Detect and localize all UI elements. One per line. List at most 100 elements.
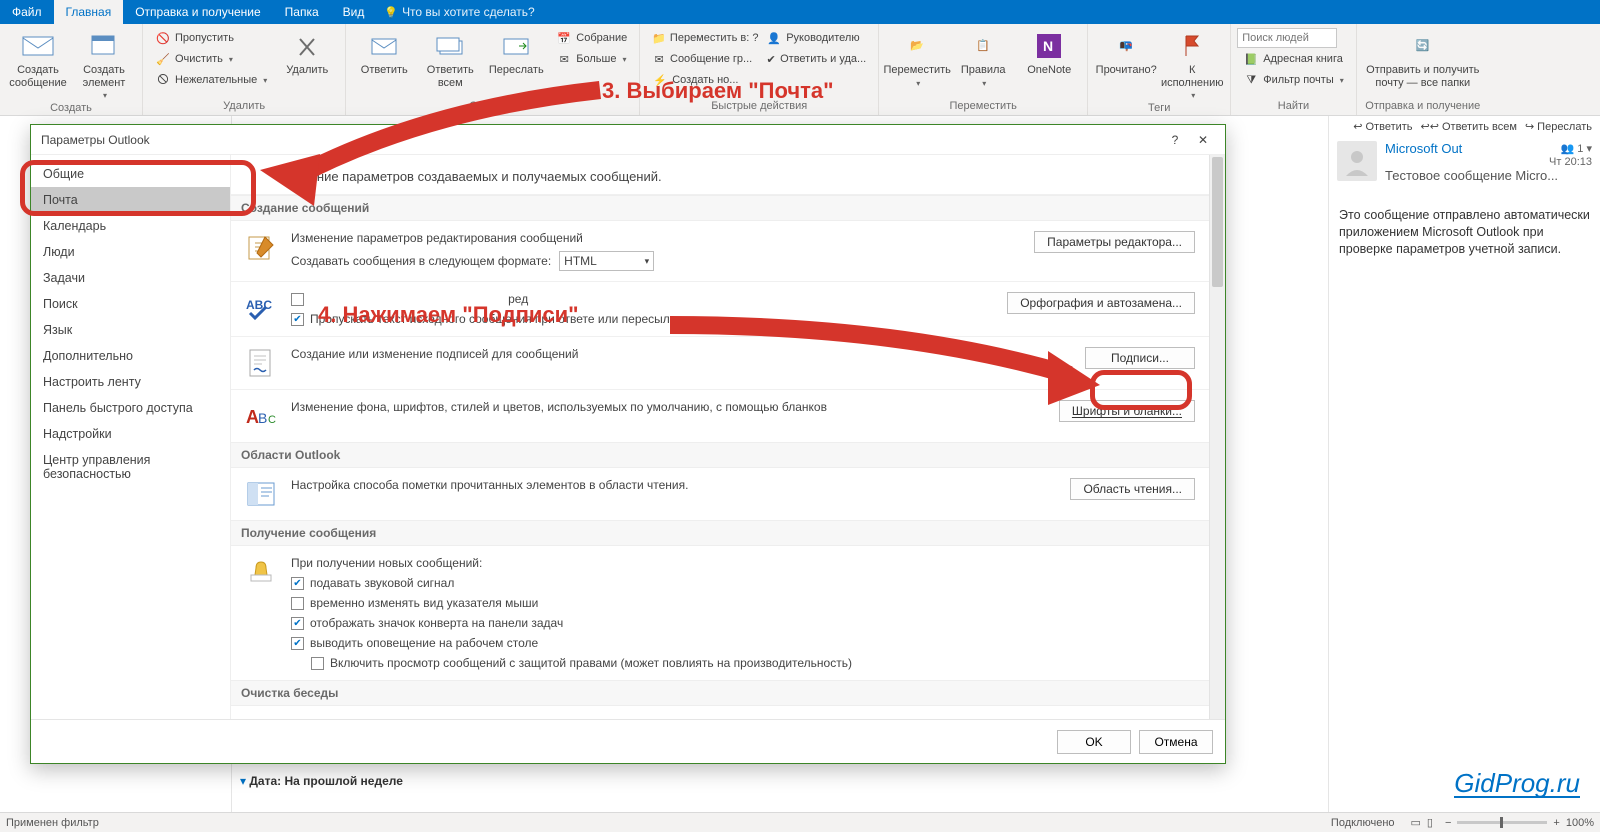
search-people-input[interactable] <box>1237 28 1337 48</box>
rules-button[interactable]: 📋Правила <box>951 26 1015 88</box>
more-respond-button[interactable]: ✉Больше <box>550 49 633 69</box>
people-count: 1 <box>1577 143 1583 155</box>
forward-button[interactable]: Переслать <box>484 26 548 77</box>
reply-button[interactable]: Ответить <box>352 26 416 77</box>
close-button[interactable]: ✕ <box>1189 130 1217 150</box>
clean-button[interactable]: 🧹Очистить <box>149 49 273 69</box>
view-reading-icon[interactable]: ▯ <box>1427 816 1433 829</box>
ribbon-group-move: 📂Переместить 📋Правила NOneNote Перемести… <box>879 24 1088 115</box>
people-icon[interactable]: 👥 1 ▾ <box>1561 142 1592 155</box>
chk-cursor[interactable]: временно изменять вид указателя мыши <box>291 596 1195 610</box>
reading-pane-icon <box>245 478 277 510</box>
nav-mail[interactable]: Почта <box>31 187 230 213</box>
onenote-label: OneNote <box>1027 64 1071 77</box>
editor-options-button[interactable]: Параметры редактора... <box>1034 231 1195 253</box>
stationery-button[interactable]: Шрифты и бланки... <box>1059 400 1195 422</box>
qs-new[interactable]: ⚡Создать но... <box>646 70 758 90</box>
unread-button[interactable]: 📭Прочитано? <box>1094 26 1158 77</box>
nav-language[interactable]: Язык <box>31 317 230 343</box>
qs-moveto[interactable]: 📁Переместить в: ? <box>646 28 758 48</box>
chk-sound[interactable]: ✔подавать звуковой сигнал <box>291 576 1195 590</box>
junk-label: Нежелательные <box>175 74 257 86</box>
zoom-in-icon[interactable]: + <box>1553 817 1559 829</box>
forward-icon <box>500 30 532 62</box>
ribbon-group-tags: 📭Прочитано? К исполнению Теги <box>1088 24 1231 115</box>
chk-alert[interactable]: ✔выводить оповещение на рабочем столе <box>291 636 1195 650</box>
address-book-label: Адресная книга <box>1263 53 1343 65</box>
qs-replydel[interactable]: ✔Ответить и уда... <box>760 49 872 69</box>
nav-people[interactable]: Люди <box>31 239 230 265</box>
chk-skip-original[interactable]: ✔Пропускать текст исходного сообщения пр… <box>291 312 993 326</box>
menu-tab-home[interactable]: Главная <box>54 0 124 24</box>
followup-button[interactable]: К исполнению <box>1160 26 1224 100</box>
ribbon-group-sendreceive-title: Отправка и получение <box>1363 98 1483 115</box>
view-normal-icon[interactable]: ▭ <box>1411 816 1421 829</box>
ribbon-group-delete-title: Удалить <box>149 98 339 115</box>
filter-mail-button[interactable]: ⧩Фильтр почты <box>1237 70 1350 90</box>
menu-tab-folder[interactable]: Папка <box>273 0 331 24</box>
nav-tasks[interactable]: Задачи <box>31 265 230 291</box>
send-receive-button[interactable]: 🔄 Отправить и получить почту — все папки <box>1363 26 1483 89</box>
nav-qat[interactable]: Панель быстрого доступа <box>31 395 230 421</box>
reading-pane-button[interactable]: Область чтения... <box>1070 478 1195 500</box>
nav-general[interactable]: Общие <box>31 161 230 187</box>
meeting-button[interactable]: 📅Собрание <box>550 28 633 48</box>
menu-tab-sendreceive[interactable]: Отправка и получение <box>123 0 272 24</box>
chk-tray-label: отображать значок конверта на панели зад… <box>310 616 563 630</box>
tell-me-search[interactable]: 💡 Что вы хотите сделать? <box>376 0 542 24</box>
funnel-icon: ⧩ <box>1243 72 1259 88</box>
junk-button[interactable]: 🛇Нежелательные <box>149 70 273 90</box>
nav-search[interactable]: Поиск <box>31 291 230 317</box>
spelling-button[interactable]: Орфография и автозамена... <box>1007 292 1195 314</box>
qs-team[interactable]: ✉Сообщение гр... <box>646 49 758 69</box>
chk-rights[interactable]: Включить просмотр сообщений с защитой пр… <box>311 656 1195 670</box>
nav-addins[interactable]: Надстройки <box>31 421 230 447</box>
reply-all-icon: ↩↩ <box>1421 120 1439 133</box>
rp-from: Microsoft Out <box>1385 141 1462 156</box>
help-button[interactable]: ? <box>1161 130 1189 150</box>
ok-button[interactable]: OK <box>1057 730 1131 754</box>
nav-ribbon[interactable]: Настроить ленту <box>31 369 230 395</box>
theme-text: Изменение фона, шрифтов, стилей и цветов… <box>291 400 1045 414</box>
address-book-button[interactable]: 📗Адресная книга <box>1237 49 1350 69</box>
new-mail-button[interactable]: Создать сообщение <box>6 26 70 89</box>
reply-icon: ↩ <box>1353 120 1362 133</box>
ignore-button[interactable]: 🚫Пропустить <box>149 28 273 48</box>
menu-file[interactable]: Файл <box>0 0 54 24</box>
signatures-button[interactable]: Подписи... <box>1085 347 1195 369</box>
delete-button[interactable]: Удалить <box>275 26 339 77</box>
rp-reply-all-label: Ответить всем <box>1442 121 1517 133</box>
move-button[interactable]: 📂Переместить <box>885 26 949 88</box>
new-item-button[interactable]: Создать элемент <box>72 26 136 100</box>
menu-tab-view[interactable]: Вид <box>331 0 377 24</box>
dialog-scrollbar[interactable] <box>1209 155 1225 719</box>
edit-opts-text: Изменение параметров редактирования сооб… <box>291 231 1020 245</box>
nav-trust[interactable]: Центр управления безопасностью <box>31 447 230 487</box>
zoom-slider[interactable] <box>1457 821 1547 824</box>
section-panes-title: Области Outlook <box>231 442 1209 468</box>
rp-forward[interactable]: ↪Переслать <box>1525 120 1592 133</box>
chk-sound-label: подавать звуковой сигнал <box>310 576 454 590</box>
zoom-value: 100% <box>1566 817 1594 829</box>
chk-tray[interactable]: ✔отображать значок конверта на панели за… <box>291 616 1195 630</box>
rp-reply[interactable]: ↩Ответить <box>1353 120 1412 133</box>
move-folder-icon: 📂 <box>901 30 933 62</box>
format-select[interactable]: HTML▾ <box>559 251 654 271</box>
reply-all-button[interactable]: Ответить всем <box>418 26 482 89</box>
nav-calendar[interactable]: Календарь <box>31 213 230 239</box>
unread-label: Прочитано? <box>1096 64 1157 77</box>
zoom-control[interactable]: − + 100% <box>1445 817 1594 829</box>
chk-rights-label: Включить просмотр сообщений с защитой пр… <box>330 656 852 670</box>
nav-advanced[interactable]: Дополнительно <box>31 343 230 369</box>
cancel-button[interactable]: Отмена <box>1139 730 1213 754</box>
svg-text:B: B <box>258 410 267 426</box>
onenote-button[interactable]: NOneNote <box>1017 26 1081 77</box>
send-receive-icon: 🔄 <box>1407 30 1439 62</box>
new-item-icon <box>88 30 120 62</box>
rp-reply-all[interactable]: ↩↩Ответить всем <box>1421 120 1517 133</box>
qs-manager-label: Руководителю <box>786 32 859 44</box>
chk-spell-before[interactable]: Всегда проверять орфографию перед <box>291 292 993 306</box>
ribbon-group-respond: Ответить Ответить всем Переслать 📅Собран… <box>346 24 640 115</box>
qs-manager[interactable]: 👤Руководителю <box>760 28 872 48</box>
zoom-out-icon[interactable]: − <box>1445 817 1451 829</box>
